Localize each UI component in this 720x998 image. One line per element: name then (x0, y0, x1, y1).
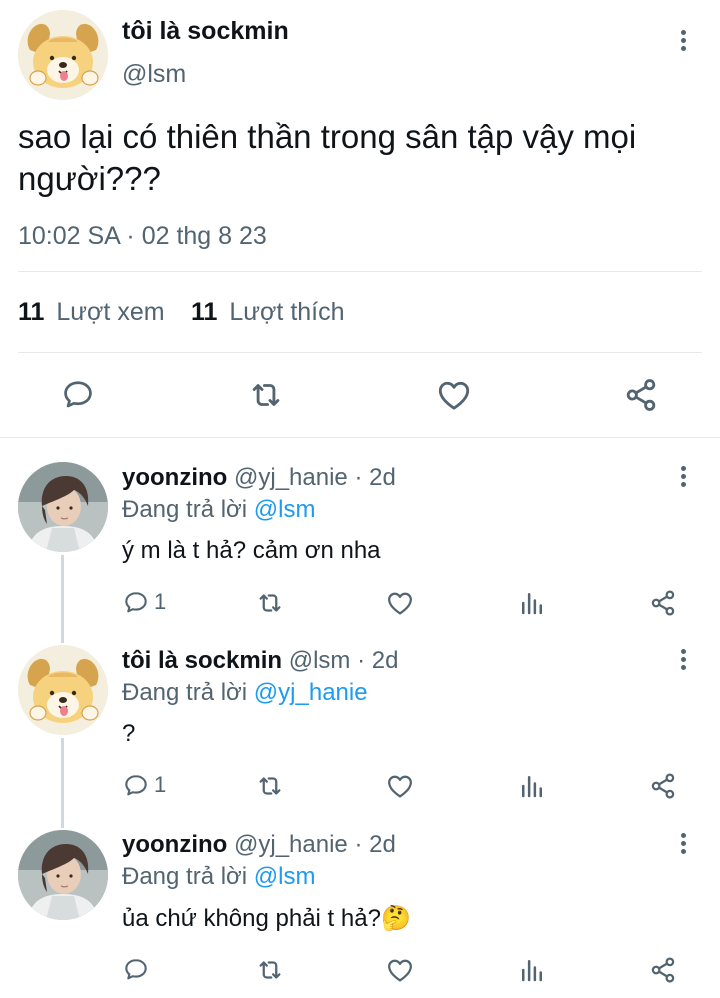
views-stat[interactable]: 11 Lượt xem (18, 298, 165, 327)
views-count: 11 (18, 298, 45, 326)
author-handle[interactable]: @lsm (122, 60, 186, 89)
reply-text-container: ủa chứ không phải t hả?🤔 (122, 904, 411, 933)
retweet-button[interactable] (255, 588, 285, 618)
views-label: Lượt xem (56, 298, 165, 326)
retweet-button[interactable] (247, 376, 285, 414)
replying-to: Đang trả lời @lsm (122, 863, 315, 891)
retweet-icon (255, 771, 285, 801)
reply-header: yoonzino @yj_hanie · 2d (122, 831, 396, 859)
divider (18, 271, 702, 272)
more-vertical-icon[interactable] (679, 649, 687, 675)
like-button[interactable] (385, 771, 415, 801)
reply-text: ủa chứ không phải t hả? (122, 905, 381, 932)
reply-author-handle[interactable]: @yj_hanie (234, 464, 348, 491)
reply-avatar[interactable] (18, 462, 108, 552)
retweet-icon (255, 955, 285, 985)
more-vertical-icon[interactable] (679, 833, 687, 859)
like-button[interactable] (435, 376, 473, 414)
tweet-text: sao lại có thiên thần trong sân tập vậy … (18, 118, 637, 197)
retweet-icon (247, 376, 285, 414)
author-name[interactable]: tôi là sockmin (122, 17, 289, 46)
heart-icon (385, 771, 415, 801)
comment-icon (122, 955, 150, 983)
share-button[interactable] (648, 588, 678, 618)
comment-icon (122, 771, 150, 799)
reply-author-handle[interactable]: @lsm (289, 647, 351, 674)
reply-avatar[interactable] (18, 645, 108, 735)
reply-time: · 2d (354, 831, 396, 858)
more-vertical-icon[interactable] (679, 30, 687, 56)
heart-icon (435, 376, 473, 414)
likes-count: 11 (191, 298, 218, 326)
replying-prefix: Đang trả lời (122, 679, 248, 706)
like-button[interactable] (385, 955, 415, 985)
reply-time: · 2d (357, 647, 399, 674)
share-icon (648, 771, 678, 801)
analytics-button[interactable] (517, 955, 547, 985)
reply-time: · 2d (354, 464, 396, 491)
reply-author-name[interactable]: yoonzino (122, 831, 227, 858)
share-button[interactable] (648, 771, 678, 801)
share-icon (648, 955, 678, 985)
reply-button[interactable]: 1 (122, 771, 166, 799)
replying-to-link[interactable]: @lsm (254, 863, 316, 890)
divider (18, 352, 702, 353)
replying-prefix: Đang trả lời (122, 863, 248, 890)
more-vertical-icon[interactable] (679, 466, 687, 492)
retweet-button[interactable] (255, 771, 285, 801)
reply-count: 1 (154, 589, 167, 614)
replying-to-link[interactable]: @yj_hanie (254, 679, 368, 706)
share-icon (622, 376, 660, 414)
share-icon (648, 588, 678, 618)
heart-icon (385, 955, 415, 985)
thinking-emoji: 🤔 (380, 905, 411, 932)
comment-icon (122, 588, 150, 616)
likes-label: Lượt thích (229, 298, 345, 326)
analytics-icon (517, 771, 547, 801)
tweet-timestamp[interactable]: 10:02 SA · 02 thg 8 23 (18, 222, 267, 251)
comment-icon (60, 376, 96, 412)
reply-header: tôi là sockmin @lsm · 2d (122, 647, 398, 675)
reply-header: yoonzino @yj_hanie · 2d (122, 464, 396, 492)
reply-button[interactable] (60, 376, 96, 412)
replying-to: Đang trả lời @lsm (122, 496, 315, 524)
reply-count: 1 (154, 772, 167, 797)
share-button[interactable] (648, 955, 678, 985)
reply-author-name[interactable]: tôi là sockmin (122, 647, 282, 674)
reply-author-name[interactable]: yoonzino (122, 464, 227, 491)
share-button[interactable] (622, 376, 660, 414)
analytics-button[interactable] (517, 588, 547, 618)
analytics-icon (517, 955, 547, 985)
reply-button[interactable] (122, 955, 154, 983)
replying-prefix: Đang trả lời (122, 496, 248, 523)
thread-line (61, 738, 64, 828)
reply-text: ? (122, 720, 136, 747)
like-button[interactable] (385, 588, 415, 618)
retweet-button[interactable] (255, 955, 285, 985)
analytics-button[interactable] (517, 771, 547, 801)
heart-icon (385, 588, 415, 618)
reply-text: ý m là t hả? cảm ơn nha (122, 537, 381, 564)
author-avatar[interactable] (18, 10, 108, 100)
thread-line (61, 555, 64, 643)
reply-author-handle[interactable]: @yj_hanie (234, 831, 348, 858)
reply-avatar[interactable] (18, 830, 108, 920)
replying-to: Đang trả lời @yj_hanie (122, 679, 368, 707)
reply-button[interactable]: 1 (122, 588, 166, 616)
retweet-icon (255, 588, 285, 618)
replying-to-link[interactable]: @lsm (254, 496, 316, 523)
likes-stat[interactable]: 11 Lượt thích (191, 298, 345, 327)
analytics-icon (517, 588, 547, 618)
section-divider (0, 437, 720, 438)
